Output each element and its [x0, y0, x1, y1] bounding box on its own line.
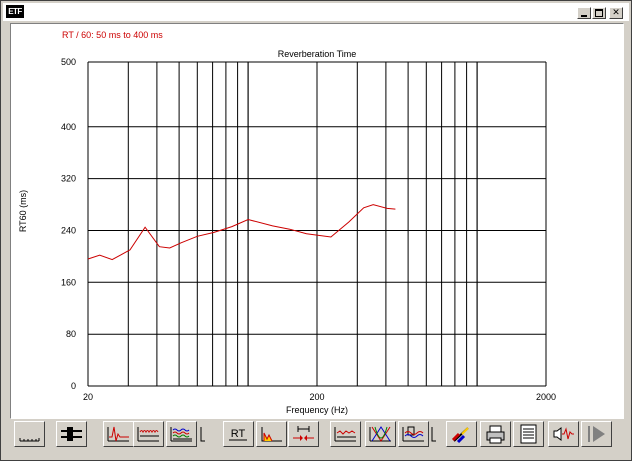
printer-icon [486, 425, 505, 444]
slider-icon [61, 427, 82, 441]
y-axis-label: RT60 (ms) [18, 190, 28, 232]
title-bar: ETF ✕ [3, 3, 629, 21]
minimize-button[interactable] [577, 7, 591, 19]
y-tick-label: 400 [61, 122, 76, 132]
plot-area: RT / 60: 50 ms to 400 ms Reverberation T… [10, 23, 624, 419]
app-icon[interactable]: ETF [6, 5, 24, 18]
y-tick-label: 160 [61, 277, 76, 287]
notes-icon [520, 424, 537, 444]
spectrogram-button[interactable] [398, 421, 429, 447]
energy-icon [334, 427, 356, 442]
impulse-button[interactable] [103, 421, 134, 447]
interval-icon [293, 426, 314, 441]
play-icon [588, 426, 605, 442]
close-icon: ✕ [612, 8, 620, 18]
x-tick-label: 2000 [536, 392, 556, 402]
print-button[interactable] [480, 421, 511, 447]
y-tick-label: 0 [71, 381, 76, 391]
maximize-icon [595, 9, 603, 17]
rt-label: RT [231, 428, 246, 440]
slider-button[interactable] [56, 421, 87, 447]
y-tick-label: 80 [66, 329, 76, 339]
notes-button[interactable] [513, 421, 544, 447]
speaker-button[interactable] [548, 421, 579, 447]
maximize-button[interactable] [592, 7, 606, 19]
cumulative-icon [369, 426, 391, 442]
decay-spectrum-icon [261, 427, 282, 442]
app-window: ETF ✕ RT / 60: 50 ms to 400 ms Reverbera… [0, 0, 632, 461]
toolbar: RT [10, 419, 622, 451]
minimize-icon [581, 15, 587, 17]
series [87, 204, 396, 261]
rt-icon: RT [229, 428, 247, 441]
cumulative-button[interactable] [365, 421, 396, 447]
waterfall-icon [137, 427, 159, 442]
x-axis-label: Frequency (Hz) [286, 405, 348, 415]
toolbar-separator [320, 423, 328, 445]
interval-button[interactable] [288, 421, 319, 447]
close-button[interactable]: ✕ [609, 7, 623, 19]
speaker-icon [553, 427, 574, 441]
rt60-chart: RT / 60: 50 ms to 400 ms Reverberation T… [18, 30, 556, 415]
color-button[interactable] [446, 421, 477, 447]
waterfall-button[interactable] [133, 421, 164, 447]
play-button[interactable] [581, 421, 612, 447]
energy-button[interactable] [330, 421, 361, 447]
x-tick-labels: 20 200 2000 [83, 392, 556, 402]
chart-subtitle: RT / 60: 50 ms to 400 ms [62, 30, 163, 40]
x-tick-label: 200 [309, 392, 324, 402]
baseline-icon [19, 438, 40, 442]
color-wheel-icon [451, 427, 469, 444]
y-tick-label: 240 [61, 226, 76, 236]
x-tick-label: 20 [83, 392, 93, 402]
y-tick-label: 500 [61, 57, 76, 67]
toolbar-separator [199, 423, 207, 445]
grid [87, 61, 547, 387]
y-tick-label: 320 [61, 174, 76, 184]
impulse-icon [107, 426, 129, 442]
multi-waterfall-button[interactable] [166, 421, 197, 447]
spectrogram-icon [402, 426, 424, 442]
y-tick-labels: 0 80 160 240 320 400 500 [61, 57, 76, 391]
multi-waterfall-icon [170, 427, 192, 442]
toolbar-separator [430, 423, 438, 445]
baseline-button[interactable] [14, 421, 45, 447]
rt-button[interactable]: RT [223, 421, 254, 447]
rt60-series-line [87, 204, 396, 261]
decay-spectrum-button[interactable] [256, 421, 287, 447]
chart-title: Reverberation Time [278, 49, 357, 59]
